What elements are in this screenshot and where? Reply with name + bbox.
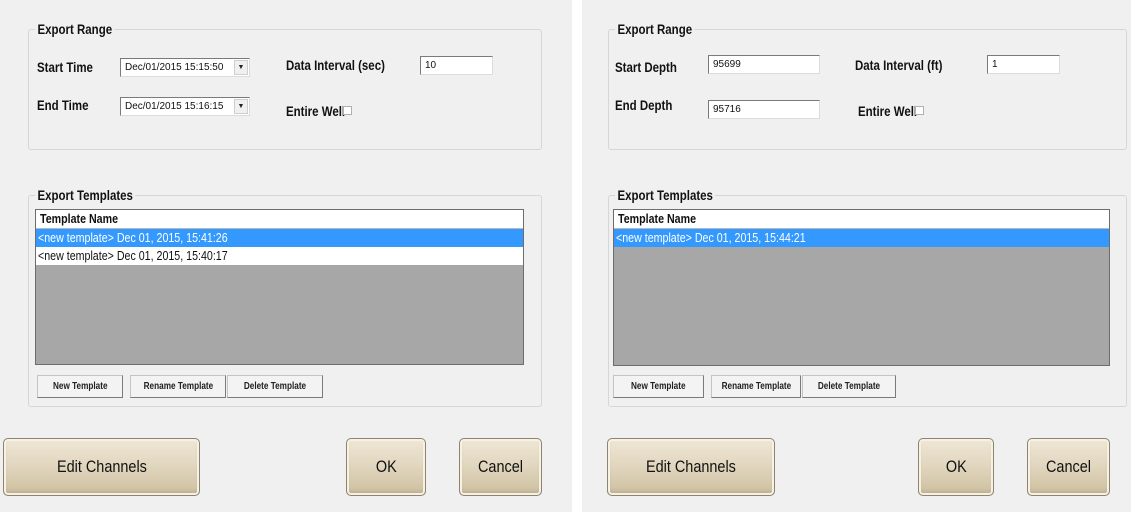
start-time-label: Start Time — [37, 59, 93, 75]
end-time-value: Dec/01/2015 15:16:15 — [125, 101, 224, 112]
new-template-button[interactable]: New Template — [37, 375, 123, 398]
ok-button[interactable]: OK — [918, 438, 994, 496]
template-name-column-header[interactable]: Template Name — [36, 210, 523, 229]
cancel-button[interactable]: Cancel — [1027, 438, 1110, 496]
entire-well-label: Entire Well — [286, 103, 346, 119]
end-depth-label: End Depth — [615, 97, 673, 113]
entire-well-checkbox[interactable] — [915, 106, 924, 115]
ok-button[interactable]: OK — [346, 438, 426, 496]
delete-template-button[interactable]: Delete Template — [227, 375, 323, 398]
export-templates-title: Export Templates — [35, 187, 136, 203]
edit-channels-button[interactable]: Edit Channels — [3, 438, 200, 496]
export-range-title: Export Range — [615, 21, 695, 37]
template-row[interactable]: <new template> Dec 01, 2015, 15:41:26 — [36, 229, 523, 247]
entire-well-label: Entire Well — [858, 103, 918, 119]
rename-template-button[interactable]: Rename Template — [130, 375, 226, 398]
export-range-title: Export Range — [35, 21, 115, 37]
chevron-down-icon[interactable]: ▼ — [234, 60, 248, 75]
template-row[interactable]: <new template> Dec 01, 2015, 15:40:17 — [36, 247, 523, 265]
template-name-column-header[interactable]: Template Name — [614, 210, 1109, 229]
export-dialog-depth: Export Range Start Depth 95699 Data Inte… — [582, 0, 1131, 512]
panel-divider — [572, 0, 582, 512]
end-time-combo[interactable]: Dec/01/2015 15:16:15 ▼ — [120, 97, 250, 116]
rename-template-button[interactable]: Rename Template — [711, 375, 801, 398]
edit-channels-button[interactable]: Edit Channels — [607, 438, 775, 496]
template-list[interactable]: Template Name <new template> Dec 01, 201… — [613, 209, 1110, 366]
chevron-down-icon[interactable]: ▼ — [234, 99, 248, 114]
start-time-value: Dec/01/2015 15:15:50 — [125, 62, 224, 73]
export-range-group: Export Range — [608, 21, 1127, 150]
entire-well-checkbox[interactable] — [343, 106, 352, 115]
end-time-label: End Time — [37, 97, 89, 113]
start-depth-label: Start Depth — [615, 59, 677, 75]
data-interval-label: Data Interval (ft) — [855, 57, 943, 73]
start-depth-input[interactable]: 95699 — [708, 55, 820, 74]
cancel-button[interactable]: Cancel — [459, 438, 542, 496]
data-interval-label: Data Interval (sec) — [286, 57, 385, 73]
template-list[interactable]: Template Name <new template> Dec 01, 201… — [35, 209, 524, 365]
export-dialog-time: Export Range Start Time Dec/01/2015 15:1… — [0, 0, 572, 512]
delete-template-button[interactable]: Delete Template — [802, 375, 896, 398]
data-interval-input[interactable]: 10 — [420, 56, 493, 75]
export-range-group: Export Range — [28, 21, 542, 150]
start-time-combo[interactable]: Dec/01/2015 15:15:50 ▼ — [120, 58, 250, 77]
data-interval-input[interactable]: 1 — [987, 55, 1060, 74]
export-templates-title: Export Templates — [615, 187, 716, 203]
end-depth-input[interactable]: 95716 — [708, 100, 820, 119]
new-template-button[interactable]: New Template — [613, 375, 704, 398]
template-row[interactable]: <new template> Dec 01, 2015, 15:44:21 — [614, 229, 1109, 247]
